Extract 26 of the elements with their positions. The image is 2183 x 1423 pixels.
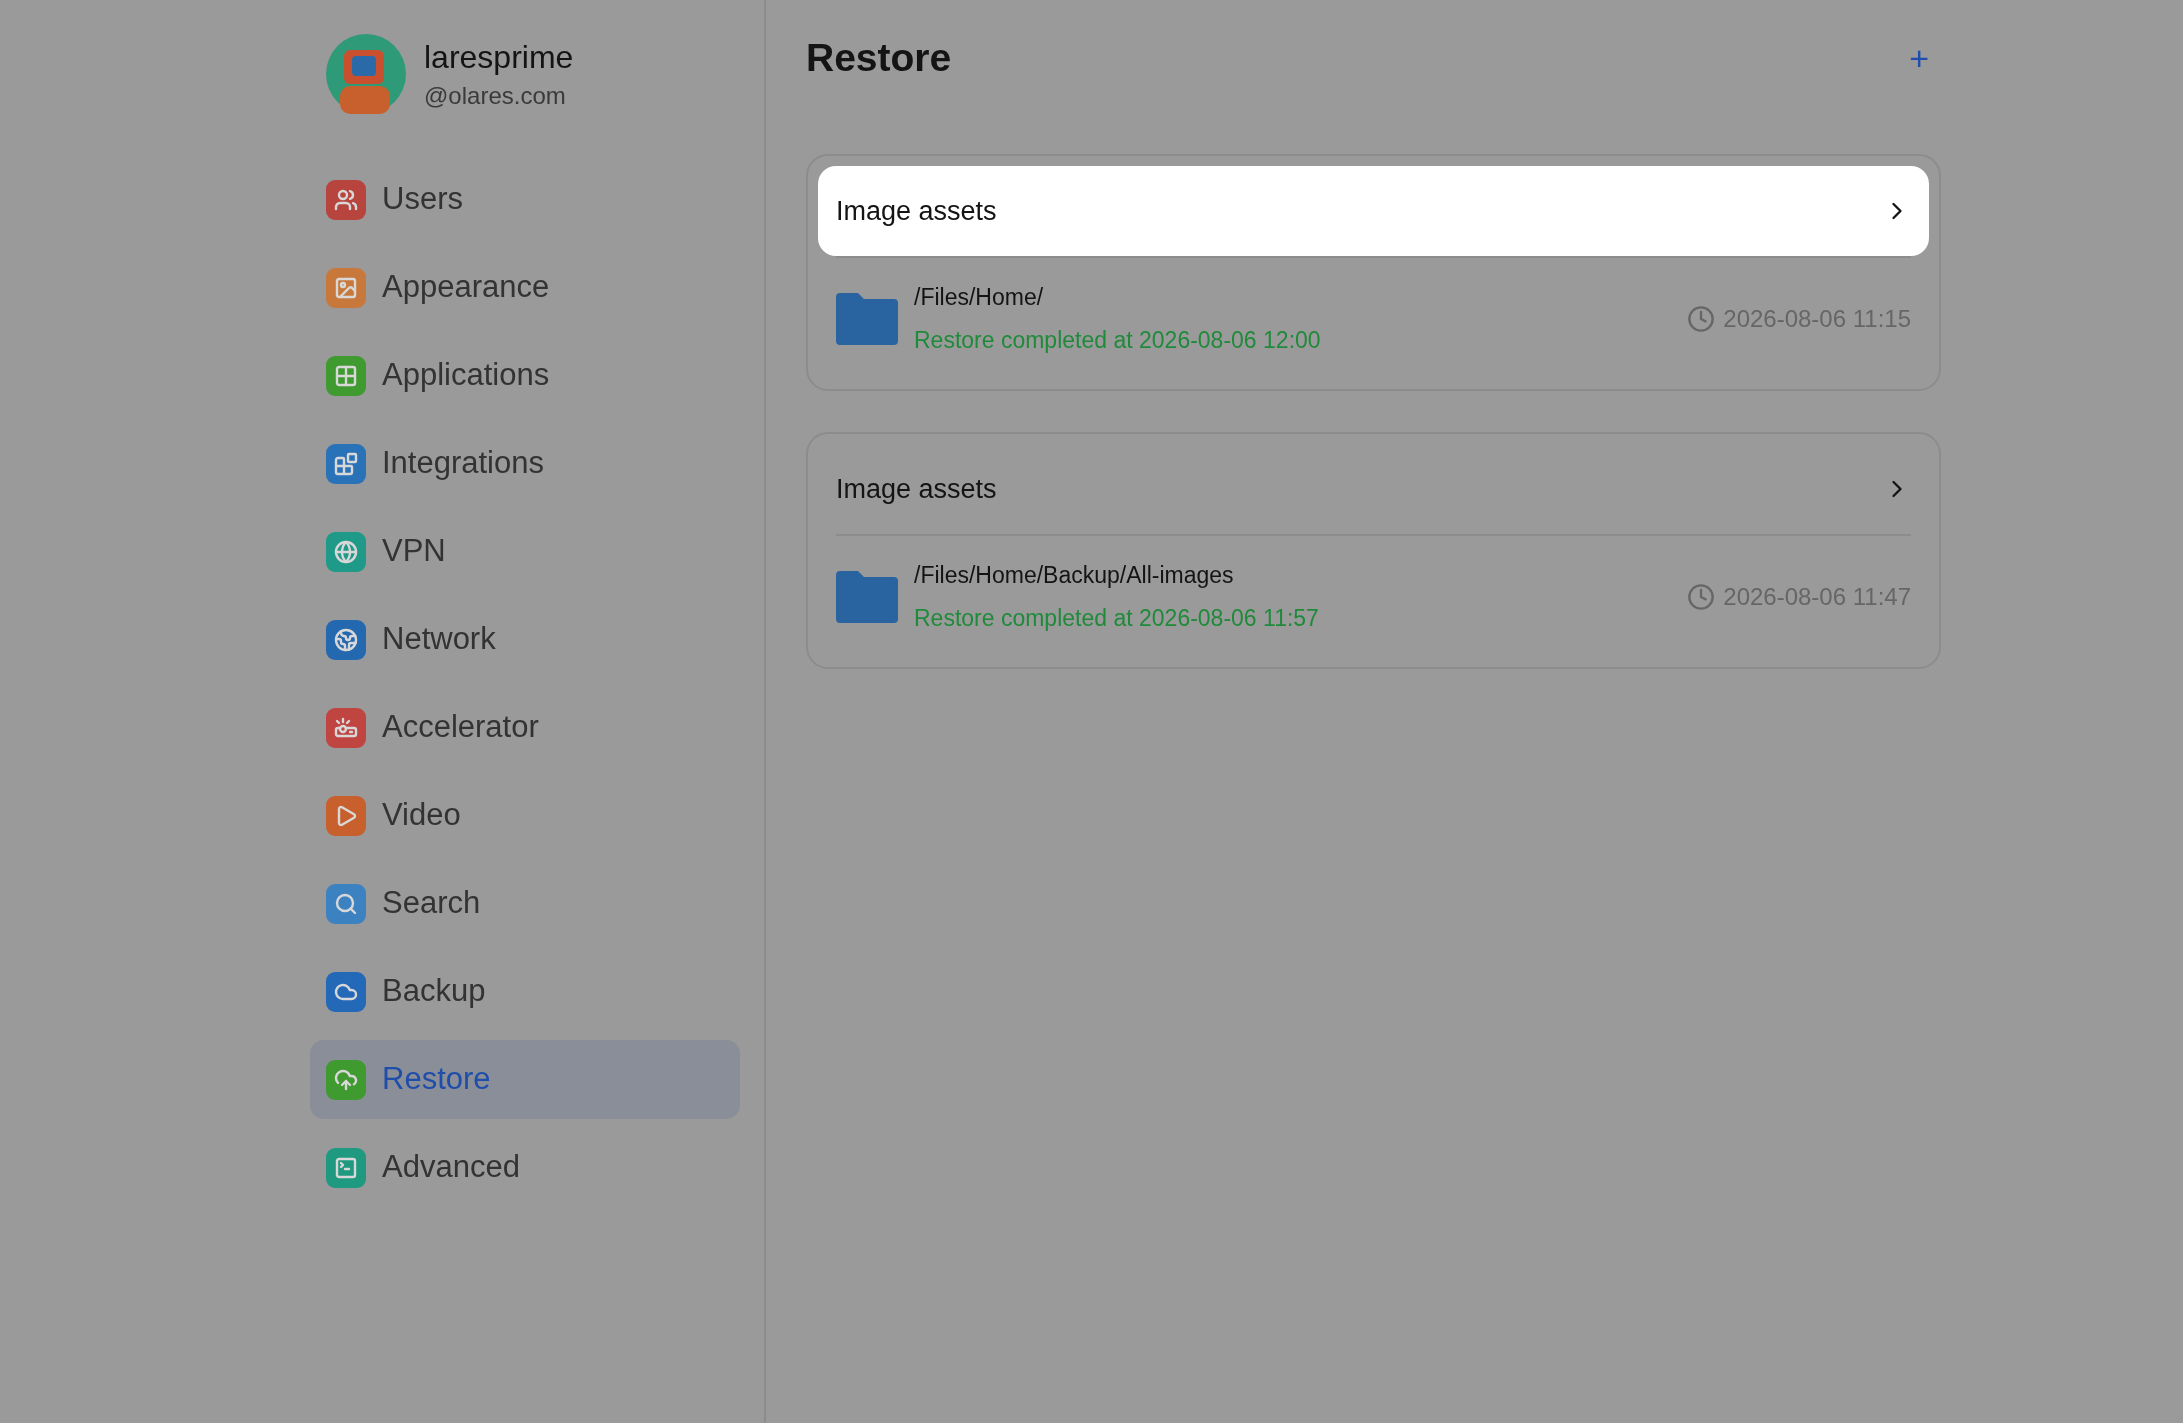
sidebar-item[interactable]: Appearance (310, 248, 740, 327)
page-title: Restore (806, 34, 952, 81)
sidebar-item[interactable]: Video (310, 776, 740, 855)
folder-path: /Files/Home/Backup/All-images (914, 561, 1235, 590)
clock-icon (1687, 582, 1716, 611)
sidebar-item[interactable]: Applications (310, 336, 740, 415)
folder-icon (836, 570, 898, 623)
sidebar-item[interactable]: Integrations (310, 424, 740, 503)
sidebar-item[interactable]: Restore (310, 1040, 740, 1119)
sidebar-item[interactable]: Users (310, 160, 740, 239)
sidebar-item[interactable]: Advanced (310, 1128, 740, 1207)
clock-icon (1687, 304, 1716, 333)
folder-icon (836, 292, 898, 345)
card-header[interactable]: Image assets (818, 444, 1929, 534)
profile-domain: @olares.com (424, 81, 567, 111)
sidebar-item[interactable]: Accelerator (310, 688, 740, 767)
restore-status: Restore completed at 2026-08-06 11:57 (914, 603, 1320, 633)
sidebar-item[interactable]: Backup (310, 952, 740, 1031)
sidebar-item[interactable]: Network (310, 600, 740, 679)
sidebar-item[interactable]: Search (310, 864, 740, 943)
profile-name: laresprime (424, 38, 574, 77)
card-header[interactable]: Image assets (818, 166, 1929, 256)
folder-path: /Files/Home/ (914, 283, 1045, 312)
sidebar-item[interactable]: VPN (310, 512, 740, 591)
add-button[interactable]: + (1909, 41, 1929, 75)
restore-status: Restore completed at 2026-08-06 12:00 (914, 325, 1322, 355)
